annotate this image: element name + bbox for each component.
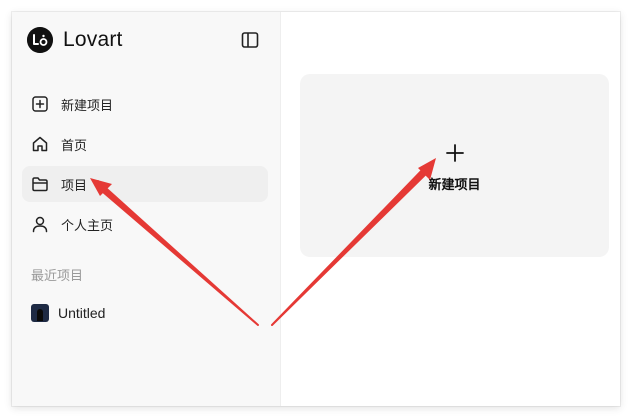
new-project-card-label: 新建项目 [428,177,481,192]
new-project-card[interactable]: 新建项目 [300,74,609,257]
brand[interactable]: Lovart [27,27,123,53]
sidebar: Lovart 新建项目 首页 项目 个人主页 最近项目 Untitled [12,12,281,406]
nav-item-label: 个人主页 [61,217,114,233]
project-thumbnail [31,304,49,322]
recent-project-label: Untitled [58,305,106,321]
home-icon [32,136,48,152]
user-icon [32,216,48,233]
nav-item-label: 项目 [61,177,88,193]
plus-square-icon [32,96,48,112]
nav-item-home[interactable]: 首页 [22,126,268,162]
sidebar-toggle-icon[interactable] [240,30,260,50]
recent-projects-title: 最近项目 [31,268,84,283]
recent-project-item[interactable]: Untitled [31,304,105,322]
nav-item-label: 新建项目 [61,97,114,113]
plus-icon [446,144,464,162]
app-window: Lovart 新建项目 首页 项目 个人主页 最近项目 Untitled 新建项… [12,12,620,406]
lovart-logo-icon [27,27,53,53]
nav-item-new-project[interactable]: 新建项目 [22,86,268,122]
brand-name: Lovart [63,28,123,51]
nav-item-profile[interactable]: 个人主页 [22,206,268,242]
nav-item-projects[interactable]: 项目 [22,166,268,202]
nav-item-label: 首页 [61,137,88,153]
folder-icon [32,177,48,192]
